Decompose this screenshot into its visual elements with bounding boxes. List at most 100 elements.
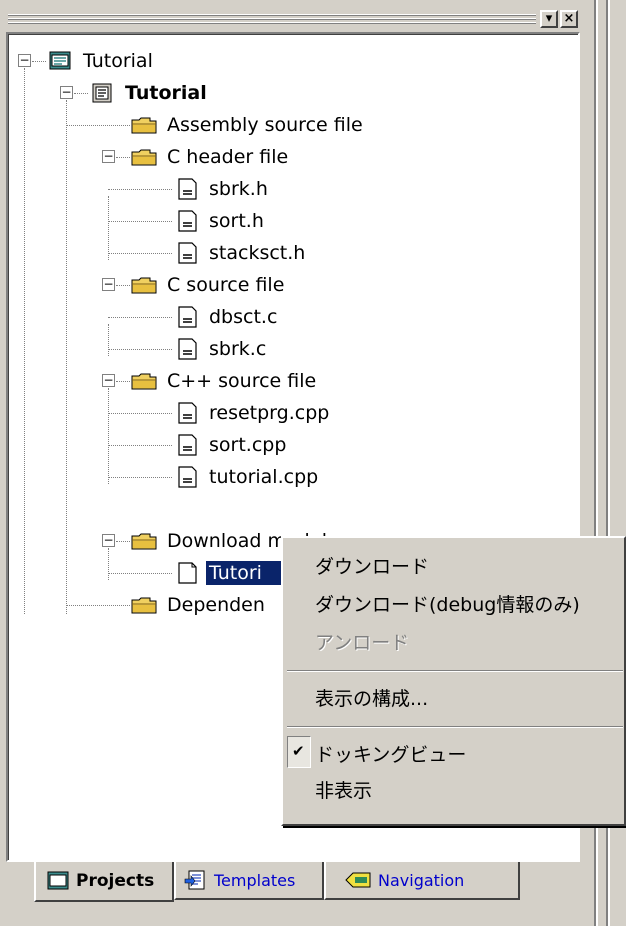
tab-label: Projects: [76, 871, 155, 891]
tree-item-label: C header file: [167, 146, 289, 168]
tree-connector: [116, 285, 130, 286]
collapse-toggle[interactable]: −: [102, 150, 115, 163]
tree-file-sort-cpp[interactable]: sort.cpp: [172, 431, 289, 459]
tree-file-dbsct-c[interactable]: dbsct.c: [172, 303, 280, 331]
tree-item-label: sort.h: [209, 210, 264, 232]
collapse-toggle[interactable]: −: [102, 534, 115, 547]
context-menu: ダウンロード ダウンロード(debug情報のみ) アンロード 表示の構成... …: [281, 536, 626, 826]
tree-folder-assembly[interactable]: Assembly source file: [130, 111, 366, 139]
tree-connector: [66, 100, 67, 614]
tree-file-sbrk-h[interactable]: sbrk.h: [172, 175, 271, 203]
tab-bar: Projects Templates Navigation: [6, 862, 580, 926]
file-icon: [172, 433, 200, 457]
file-icon: [172, 465, 200, 489]
file-icon: [172, 401, 200, 425]
tree-connector: [24, 68, 25, 614]
tab-navigation[interactable]: Navigation: [324, 862, 520, 900]
menu-item-unload: アンロード: [315, 628, 409, 655]
panel-title-grip[interactable]: [8, 14, 536, 24]
menu-item-label: ドッキングビュー: [315, 744, 467, 766]
menu-item-download-debug[interactable]: ダウンロード(debug情報のみ): [315, 590, 580, 617]
tree-connector: [108, 573, 172, 574]
menu-separator: [287, 726, 623, 728]
tree-connector: [108, 548, 109, 580]
collapse-toggle[interactable]: −: [102, 278, 115, 291]
tree-connector: [66, 605, 130, 606]
tree-connector: [108, 388, 109, 484]
tab-templates[interactable]: Templates: [174, 862, 324, 900]
folder-icon: [130, 369, 158, 393]
menu-item-docking-view[interactable]: ドッキングビュー: [315, 740, 466, 767]
tree-connector: [108, 324, 109, 356]
tree-item-label: C source file: [167, 274, 285, 296]
tree-item-label: Tutorial: [83, 50, 153, 72]
close-icon[interactable]: ×: [560, 10, 578, 28]
navigation-icon: [344, 869, 372, 891]
tree-connector: [32, 61, 46, 62]
tree-file-sbrk-c[interactable]: sbrk.c: [172, 335, 269, 363]
tree-file-sort-h[interactable]: sort.h: [172, 207, 267, 235]
close-glyph: ×: [563, 11, 575, 26]
templates-icon: [184, 869, 208, 891]
file-icon: [172, 337, 200, 361]
file-icon: [172, 305, 200, 329]
menu-separator: [287, 670, 623, 672]
tree-folder-c-header[interactable]: C header file: [130, 143, 291, 171]
tree-connector: [108, 221, 172, 222]
tree-connector: [108, 189, 172, 190]
tab-label: Templates: [214, 870, 296, 890]
tree-item-label: Tutorial: [125, 82, 207, 104]
file-icon: [172, 241, 200, 265]
tree-item-label: C++ source file: [167, 370, 317, 392]
menu-item-download[interactable]: ダウンロード: [315, 552, 429, 579]
tree-item-label: Dependen: [167, 594, 265, 616]
chevron-down-icon[interactable]: ▾: [540, 10, 558, 28]
tree-connector: [108, 413, 172, 414]
tree-connector: [108, 196, 109, 260]
tree-connector: [116, 157, 130, 158]
tree-connector: [108, 477, 172, 478]
tree-connector: [108, 445, 172, 446]
menu-item-hide[interactable]: 非表示: [315, 776, 372, 803]
menu-item-configure-view[interactable]: 表示の構成...: [315, 684, 428, 711]
folder-icon: [130, 529, 158, 553]
tree-item-label: stacksct.h: [209, 242, 306, 264]
tree-item-project[interactable]: Tutorial: [88, 79, 210, 107]
check-box: ✔: [287, 736, 311, 768]
workspace-icon: [46, 49, 74, 73]
tree-connector: [108, 317, 172, 318]
tab-projects[interactable]: Projects: [34, 862, 174, 902]
tree-item-label: Assembly source file: [167, 114, 363, 136]
collapse-toggle[interactable]: −: [60, 86, 73, 99]
tree-folder-cpp-source[interactable]: C++ source file: [130, 367, 319, 395]
tree-connector: [108, 349, 172, 350]
tree-item-label: resetprg.cpp: [209, 402, 330, 424]
file-icon: [172, 177, 200, 201]
menu-item-label: 表示の構成...: [315, 688, 429, 710]
collapse-toggle[interactable]: −: [102, 374, 115, 387]
tree-file-tutorial-cpp[interactable]: tutorial.cpp: [172, 463, 321, 491]
tree-connector: [116, 381, 130, 382]
tab-label: Navigation: [378, 870, 465, 890]
tree-folder-c-source[interactable]: C source file: [130, 271, 287, 299]
tree-item-workspace[interactable]: Tutorial: [46, 47, 156, 75]
folder-icon: [130, 113, 158, 137]
tree-file-stacksct-h[interactable]: stacksct.h: [172, 239, 308, 267]
projects-icon: [46, 870, 70, 892]
tree-folder-dependencies[interactable]: Dependen: [130, 591, 268, 619]
menu-item-label: 非表示: [315, 780, 373, 802]
tree-item-label: dbsct.c: [209, 306, 278, 328]
tree-connector: [108, 253, 172, 254]
checkmark-icon: ✔: [292, 742, 305, 760]
tree-item-label: tutorial.cpp: [209, 466, 319, 488]
folder-icon: [130, 273, 158, 297]
menu-item-label: アンロード: [315, 632, 410, 654]
file-icon: [172, 209, 200, 233]
tree-item-label: sbrk.h: [209, 178, 268, 200]
file-icon: [172, 561, 200, 585]
tree-connector: [66, 125, 130, 126]
tree-item-label: sbrk.c: [209, 338, 267, 360]
tree-file-resetprg-cpp[interactable]: resetprg.cpp: [172, 399, 332, 427]
menu-item-label: ダウンロード(debug情報のみ): [315, 594, 580, 616]
collapse-toggle[interactable]: −: [18, 54, 31, 67]
